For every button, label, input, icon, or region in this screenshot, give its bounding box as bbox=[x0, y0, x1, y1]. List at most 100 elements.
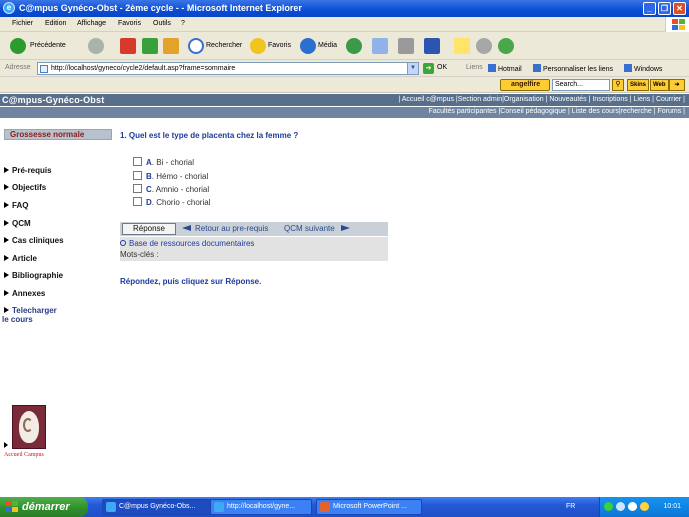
menu-favoris[interactable]: Favoris bbox=[118, 20, 141, 27]
system-tray: 10:01 bbox=[599, 497, 689, 517]
option-d[interactable]: D. Chorio - chorial bbox=[133, 197, 210, 207]
qcm-action-bar: Réponse Retour au pre-requis QCM suivant… bbox=[120, 222, 388, 236]
resources-link[interactable]: Base de ressources documentaires bbox=[120, 239, 254, 248]
link-icon bbox=[488, 64, 496, 72]
sidebar-item-annexes[interactable]: Annexes bbox=[4, 289, 45, 298]
start-button[interactable]: démarrer bbox=[0, 497, 88, 517]
menu-help[interactable]: ? bbox=[181, 20, 185, 27]
internet-explorer-icon bbox=[106, 502, 116, 512]
home-icon bbox=[163, 38, 179, 54]
qcm-suivante-link[interactable]: QCM suivante bbox=[284, 224, 350, 233]
media-button[interactable]: Média bbox=[300, 36, 342, 56]
link-hotmail[interactable]: Hotmail bbox=[488, 64, 522, 73]
menu-outils[interactable]: Outils bbox=[153, 20, 171, 27]
stop-button[interactable] bbox=[120, 36, 136, 56]
sidebar-item-cas-cliniques[interactable]: Cas cliniques bbox=[4, 236, 64, 245]
sidebar-item-qcm[interactable]: QCM bbox=[4, 219, 31, 228]
sidebar-item-article[interactable]: Article bbox=[4, 254, 37, 263]
media-icon bbox=[300, 38, 316, 54]
mail-button[interactable] bbox=[372, 36, 394, 56]
site-top-nav[interactable]: | Accueil c@mpus |Section admin|Organisa… bbox=[398, 96, 685, 103]
triangle-right-icon bbox=[4, 442, 8, 448]
back-button[interactable]: Précédente bbox=[10, 36, 82, 56]
web-button[interactable]: Web bbox=[650, 79, 669, 91]
angelfire-toolbar: angelfire Search... ⚲ Skins Web ➔ bbox=[0, 77, 689, 93]
history-icon bbox=[346, 38, 362, 54]
link-personnaliser[interactable]: Personnaliser les liens bbox=[533, 64, 613, 73]
menu-edition[interactable]: Edition bbox=[45, 20, 66, 27]
messenger-button[interactable] bbox=[498, 36, 514, 56]
tray-icon[interactable] bbox=[616, 502, 625, 511]
star-icon bbox=[250, 38, 266, 54]
triangle-right-icon bbox=[4, 255, 9, 261]
clock[interactable]: 10:01 bbox=[663, 503, 681, 510]
favorites-button[interactable]: Favoris bbox=[250, 36, 298, 56]
checkbox[interactable] bbox=[133, 197, 142, 206]
tray-icon[interactable] bbox=[640, 502, 649, 511]
close-button[interactable]: ✕ bbox=[673, 2, 686, 15]
print-button[interactable] bbox=[398, 36, 414, 56]
stop-icon bbox=[120, 38, 136, 54]
taskbar-item-campus[interactable]: C@mpus Gynéco-Obs... bbox=[102, 499, 224, 515]
sidebar-item-faq[interactable]: FAQ bbox=[4, 201, 28, 210]
angelfire-search-icon[interactable]: ⚲ bbox=[612, 79, 624, 91]
links-label: Liens bbox=[466, 64, 483, 71]
forward-button[interactable] bbox=[88, 36, 110, 56]
maximize-button[interactable]: ❐ bbox=[658, 2, 671, 15]
internet-explorer-icon: e bbox=[3, 2, 15, 14]
back-arrow-icon bbox=[10, 38, 26, 54]
history-button[interactable] bbox=[346, 36, 362, 56]
skins-button[interactable]: Skins bbox=[627, 79, 650, 91]
address-dropdown-icon[interactable]: ▼ bbox=[407, 63, 418, 74]
question-text: 1. Quel est le type de placenta chez la … bbox=[120, 131, 299, 140]
menu-fichier[interactable]: Fichier bbox=[12, 20, 33, 27]
search-button[interactable]: Rechercher bbox=[188, 36, 246, 56]
address-input[interactable]: http://localhost/gyneco/cycle2/default.a… bbox=[37, 62, 419, 75]
angelfire-arrow-icon[interactable]: ➔ bbox=[669, 79, 685, 91]
menu-affichage[interactable]: Affichage bbox=[77, 20, 106, 27]
windows-logo-icon bbox=[665, 17, 689, 32]
taskbar-item-powerpoint[interactable]: Microsoft PowerPoint ... bbox=[316, 499, 422, 515]
tray-icon[interactable] bbox=[628, 502, 637, 511]
word-icon bbox=[424, 38, 440, 54]
discuss-button[interactable] bbox=[476, 36, 492, 56]
instruction-text: Répondez, puis cliquez sur Réponse. bbox=[120, 277, 262, 286]
go-button[interactable]: ➔ OK bbox=[423, 62, 459, 75]
refresh-icon bbox=[142, 38, 158, 54]
logo-caption[interactable]: Accueil Campus bbox=[4, 452, 44, 458]
option-a[interactable]: A. Bi - chorial bbox=[133, 157, 194, 167]
home-button[interactable] bbox=[163, 36, 179, 56]
tray-icon[interactable] bbox=[604, 502, 613, 511]
option-c[interactable]: C. Amnio - chorial bbox=[133, 184, 209, 194]
angelfire-button[interactable]: angelfire bbox=[500, 79, 550, 91]
refresh-button[interactable] bbox=[142, 36, 158, 56]
triangle-right-icon bbox=[4, 290, 9, 296]
address-bar: Adresse http://localhost/gyneco/cycle2/d… bbox=[0, 60, 689, 77]
sidebar-item-objectifs[interactable]: Objectifs bbox=[4, 183, 46, 192]
angelfire-search-input[interactable]: Search... bbox=[552, 79, 610, 91]
checkbox[interactable] bbox=[133, 171, 142, 180]
checkbox[interactable] bbox=[133, 184, 142, 193]
reponse-button[interactable]: Réponse bbox=[122, 223, 176, 235]
taskbar-item-localhost[interactable]: http://localhost/gyne... bbox=[210, 499, 312, 515]
notes-button[interactable] bbox=[454, 36, 470, 56]
edit-word-button[interactable] bbox=[424, 36, 446, 56]
minimize-button[interactable]: _ bbox=[643, 2, 656, 15]
fetus-curl bbox=[23, 418, 33, 432]
sidebar-item-bibliographie[interactable]: Bibliographie bbox=[4, 271, 63, 280]
retour-prerequis-link[interactable]: Retour au pre-requis bbox=[182, 224, 268, 233]
resources-box: Base de ressources documentaires Mots-cl… bbox=[120, 237, 388, 261]
sidebar-item-prerequis[interactable]: Pré-requis bbox=[4, 166, 52, 175]
site-sub-nav-links[interactable]: Facultés participantes |Conseil pédagogi… bbox=[428, 108, 685, 115]
option-b[interactable]: B. Hémo - chorial bbox=[133, 171, 208, 181]
checkbox[interactable] bbox=[133, 157, 142, 166]
language-indicator[interactable]: FR bbox=[566, 503, 575, 510]
taskbar: démarrer C@mpus Gynéco-Obs... http://loc… bbox=[0, 497, 689, 517]
sidebar-item-telecharger-line2[interactable]: le cours bbox=[2, 315, 33, 324]
triangle-right-icon bbox=[4, 167, 9, 173]
window-title-bar[interactable]: e C@mpus Gynéco-Obst - 2ème cycle - - Mi… bbox=[0, 0, 689, 17]
site-brand: C@mpus-Gynéco-Obst bbox=[2, 95, 105, 105]
campus-logo[interactable] bbox=[12, 405, 46, 449]
link-windows[interactable]: Windows bbox=[624, 64, 662, 73]
sidebar-item-telecharger[interactable]: Telecharger bbox=[4, 306, 57, 315]
